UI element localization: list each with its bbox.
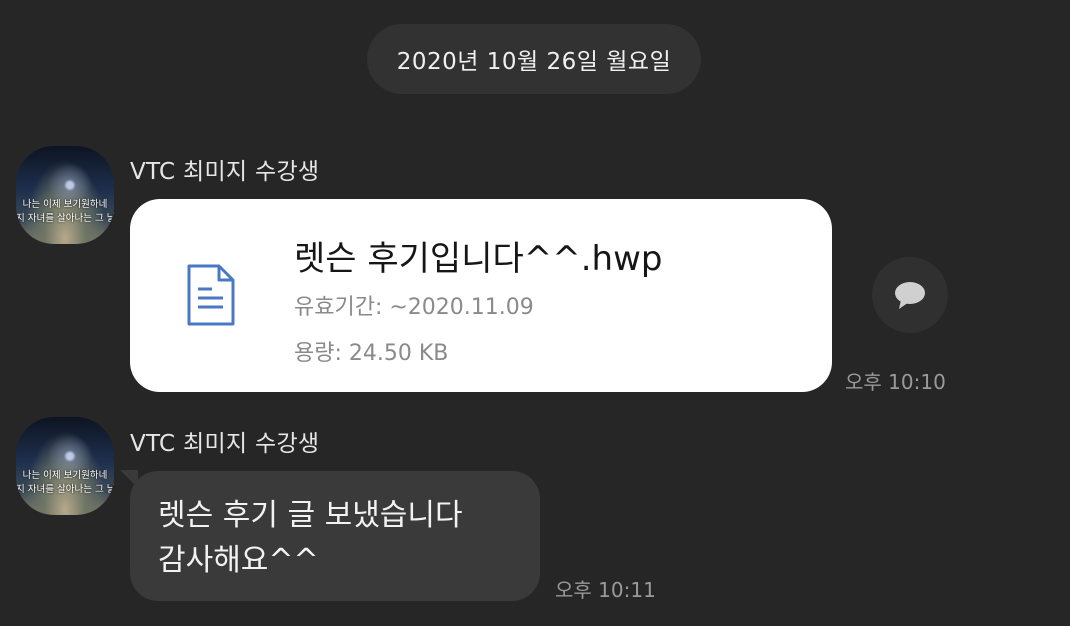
file-expiry: 유효기간: ~2020.11.09 [294, 295, 534, 320]
avatar[interactable]: 나는 이제 보기원하네 지 자녀를 살아나는 그 날 [16, 146, 114, 244]
avatar-caption-line: 나는 이제 보기원하네 [22, 470, 108, 481]
avatar[interactable]: 나는 이제 보기원하네 지 자녀를 살아나는 그 날 [16, 417, 114, 515]
file-attachment-card[interactable]: 렛슨 후기입니다^^.hwp 유효기간: ~2020.11.09 용량: 24.… [130, 199, 832, 392]
document-icon [187, 264, 235, 326]
avatar-caption-line: 나는 이제 보기원하네 [22, 199, 108, 210]
file-size: 용량: 24.50 KB [294, 341, 449, 366]
message-text-line: 감사해요^^ [158, 543, 319, 578]
sender-name[interactable]: VTC 최미지 수강생 [130, 152, 319, 186]
speech-bubble-icon [895, 282, 925, 309]
comment-button[interactable] [872, 257, 948, 333]
sender-name[interactable]: VTC 최미지 수강생 [130, 424, 319, 458]
date-divider-label: 2020년 10월 26일 월요일 [396, 49, 672, 75]
date-divider: 2020년 10월 26일 월요일 [367, 24, 701, 94]
avatar-caption-line: 지 자녀를 살아나는 그 날 [16, 213, 114, 224]
file-name: 렛슨 후기입니다^^.hwp [294, 239, 663, 279]
avatar-caption-line: 지 자녀를 살아나는 그 날 [16, 484, 114, 495]
message-time: 오후 10:11 [555, 578, 656, 602]
message-text-line: 렛슨 후기 글 보냈습니다 [158, 498, 463, 533]
message-time: 오후 10:10 [845, 370, 946, 394]
text-message-bubble[interactable]: 렛슨 후기 글 보냈습니다 감사해요^^ [130, 471, 540, 601]
